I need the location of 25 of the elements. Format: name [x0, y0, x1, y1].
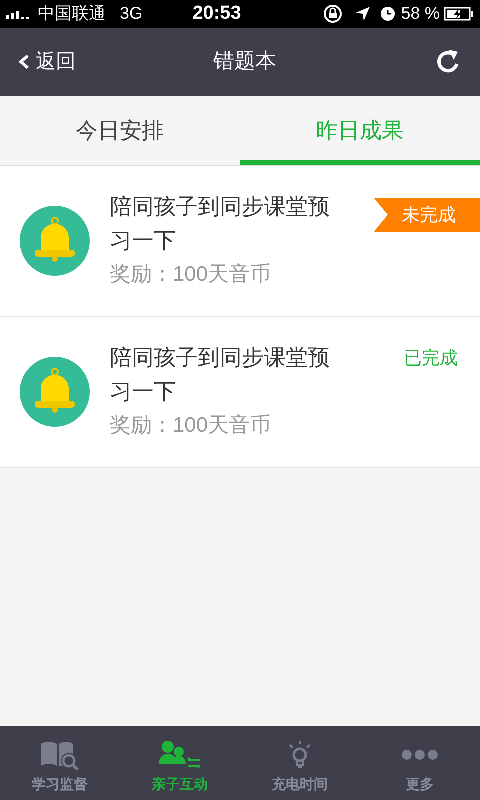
clock-time: 20:53	[192, 2, 242, 26]
task-title: 陪同孩子到同步课堂预习一下	[110, 193, 330, 255]
clock-icon	[381, 7, 396, 21]
tab-bar-item[interactable]: 学习监督	[0, 726, 120, 800]
tab[interactable]: 今日安排	[0, 96, 240, 165]
tab-bar-item[interactable]: 更多	[360, 726, 480, 800]
status-text: 已完成	[404, 347, 458, 370]
network-type: 3G	[120, 3, 143, 26]
location-icon	[355, 6, 372, 22]
bell-icon	[20, 206, 90, 276]
tab-bar-item[interactable]: 亲子互动	[120, 726, 240, 800]
bell-icon	[20, 357, 90, 427]
back-button[interactable]: 返回	[18, 47, 76, 77]
tab-bar-item[interactable]: 充电时间	[240, 726, 360, 800]
page-title: 错题本	[214, 49, 276, 76]
task-reward: 奖励：100天音币	[110, 413, 272, 439]
chevron-left-icon	[18, 54, 30, 70]
people-icon	[158, 740, 202, 770]
task-title: 陪同孩子到同步课堂预习一下	[110, 344, 330, 406]
battery-percent: 58 %	[401, 3, 440, 26]
carrier-name: 中国联通	[38, 3, 106, 26]
task-reward: 奖励：100天音币	[110, 262, 272, 288]
book-search-icon	[39, 740, 81, 770]
status-ribbon: 未完成	[374, 198, 480, 232]
battery-charging-icon	[444, 7, 474, 21]
